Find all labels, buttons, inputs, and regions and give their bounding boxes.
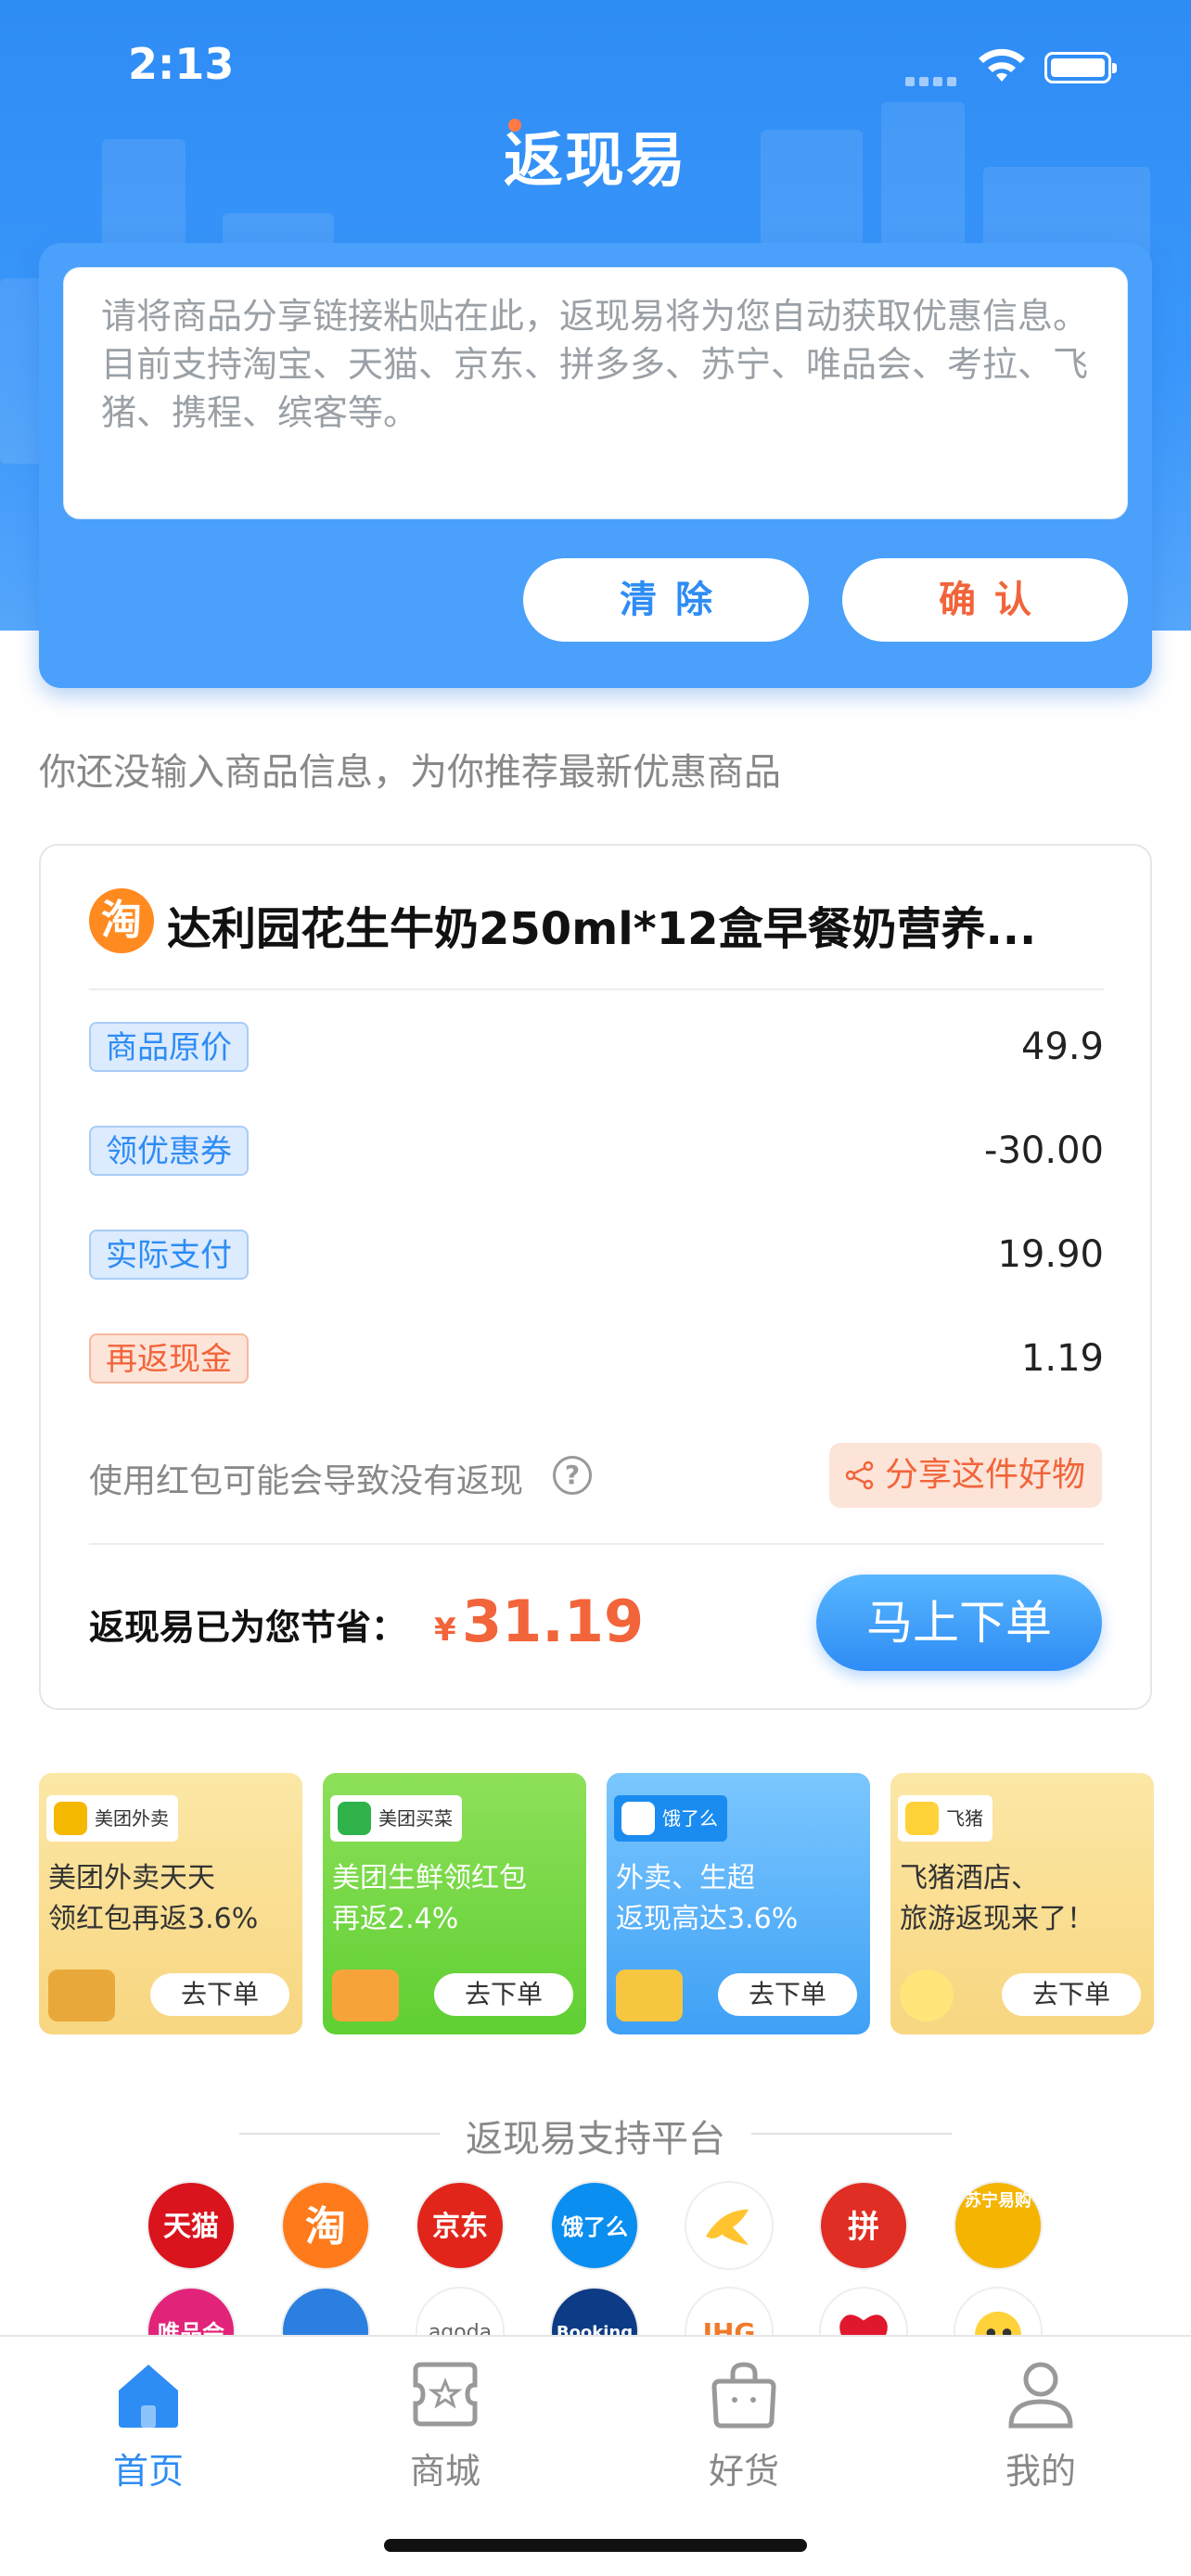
share-button[interactable]: 分享这件好物 — [829, 1443, 1102, 1508]
promo-illustration — [616, 1970, 683, 2021]
screen: 2:13 返现易 请将商品分享链接粘贴在此，返现易将为您自动获取优惠信息。目前支… — [0, 0, 1191, 2576]
promo-badge: 飞猪 — [898, 1795, 992, 1842]
promo-card-fliggy[interactable]: 飞猪 飞猪酒店、 旅游返现来了！ 去下单 — [890, 1773, 1154, 2034]
link-input-textarea[interactable]: 请将商品分享链接粘贴在此，返现易将为您自动获取优惠信息。目前支持淘宝、天猫、京东… — [63, 267, 1128, 519]
price-row-cashback: 再返现金 1.19 — [89, 1330, 1104, 1385]
promo-badge: 美团买菜 — [330, 1795, 462, 1842]
price-value: 1.19 — [1020, 1337, 1104, 1380]
fliggy-icon — [905, 1802, 939, 1835]
taobao-icon[interactable]: 淘 — [281, 2181, 370, 2270]
pinduoduo-icon[interactable]: 拼 — [819, 2181, 908, 2270]
price-tag: 再返现金 — [89, 1333, 249, 1384]
home-icon — [119, 2365, 178, 2428]
tab-shop[interactable]: 商城 — [352, 2359, 538, 2493]
taobao-icon: 淘 — [89, 888, 154, 953]
promo-text: 飞猪酒店、 旅游返现来了！ — [900, 1862, 1095, 1935]
promo-order-button[interactable]: 去下单 — [1002, 1973, 1141, 2016]
promo-card-meituan-maicai[interactable]: 美团买菜 美团生鲜领红包 再返2.4% 去下单 — [323, 1773, 586, 2034]
tab-goods[interactable]: 好货 — [651, 2359, 837, 2493]
promo-text: 外卖、生超 返现高达3.6% — [616, 1862, 799, 1935]
product-card[interactable]: 淘 达利园花生牛奶250ml*12盒早餐奶营养... 商品原价 49.9 领优惠… — [39, 844, 1152, 1710]
tmall-icon[interactable]: 天猫 — [147, 2181, 236, 2270]
promo-badge: 饿了么 — [614, 1795, 727, 1842]
bag-icon — [711, 2362, 776, 2429]
clear-button[interactable]: 清除 — [523, 558, 809, 642]
eleme-icon — [621, 1802, 655, 1835]
price-row-original: 商品原价 49.9 — [89, 1018, 1104, 1074]
cellular-signal-icon — [905, 72, 965, 86]
promo-card-meituan-waimai[interactable]: 美团外卖 美团外卖天天 领红包再返3.6% 去下单 — [39, 1773, 302, 2034]
price-tag: 实际支付 — [89, 1230, 249, 1280]
promo-illustration — [48, 1970, 115, 2021]
price-value: 49.9 — [1020, 1026, 1104, 1068]
tab-label: 首页 — [112, 2451, 184, 2492]
wifi-icon — [979, 48, 1025, 82]
savings-label: 返现易已为您节省： — [89, 1607, 407, 1648]
tab-label: 我的 — [1005, 2451, 1076, 2492]
order-now-button[interactable]: 马上下单 — [816, 1575, 1102, 1671]
divider — [89, 988, 1104, 990]
promo-order-button[interactable]: 去下单 — [434, 1973, 573, 2016]
kangaroo-icon — [54, 1802, 87, 1835]
meituan-maicai-icon — [338, 1802, 371, 1835]
promo-order-button[interactable]: 去下单 — [718, 1973, 857, 2016]
tab-label: 好货 — [708, 2451, 779, 2492]
shop-icon — [413, 2362, 478, 2427]
divider — [89, 1543, 1104, 1545]
price-tag: 商品原价 — [89, 1022, 249, 1072]
tab-label: 商城 — [409, 2451, 480, 2492]
promo-illustration — [332, 1970, 399, 2021]
redpacket-note: 使用红包可能会导致没有返现 — [89, 1462, 524, 1500]
promo-order-button[interactable]: 去下单 — [150, 1973, 289, 2016]
suning-icon[interactable]: 苏宁易购 — [954, 2181, 1043, 2270]
status-bar: 2:13 — [0, 0, 1191, 130]
home-indicator — [384, 2539, 807, 2552]
eleme-icon[interactable]: 饿了么 — [550, 2181, 639, 2270]
promo-illustration — [900, 1970, 954, 2021]
price-value: 19.90 — [997, 1233, 1104, 1276]
meituan-kangaroo-icon[interactable] — [685, 2181, 774, 2270]
user-icon — [1008, 2362, 1073, 2429]
tab-mine[interactable]: 我的 — [948, 2359, 1133, 2493]
price-row-coupon: 领优惠券 -30.00 — [89, 1122, 1104, 1178]
promo-text: 美团外卖天天 领红包再返3.6% — [48, 1862, 259, 1935]
share-icon — [845, 1460, 874, 1490]
price-value: -30.00 — [984, 1129, 1104, 1172]
battery-icon — [1044, 52, 1117, 83]
app-logo: 返现易 — [504, 127, 687, 196]
promo-text: 美团生鲜领红包 再返2.4% — [332, 1862, 527, 1935]
link-input-card: 请将商品分享链接粘贴在此，返现易将为您自动获取优惠信息。目前支持淘宝、天猫、京东… — [39, 243, 1152, 688]
recommend-hint: 你还没输入商品信息，为你推荐最新优惠商品 — [39, 751, 781, 794]
tab-home[interactable]: 首页 — [56, 2359, 241, 2493]
promo-badge: 美团外卖 — [46, 1795, 178, 1842]
currency-symbol: ¥ — [434, 1612, 456, 1649]
product-title[interactable]: 达利园花生牛奶250ml*12盒早餐奶营养... — [167, 892, 1104, 957]
promo-card-eleme[interactable]: 饿了么 外卖、生超 返现高达3.6% 去下单 — [607, 1773, 870, 2034]
price-tag: 领优惠券 — [89, 1126, 249, 1176]
confirm-button[interactable]: 确认 — [842, 558, 1128, 642]
share-label: 分享这件好物 — [885, 1456, 1086, 1494]
savings-amount: 31.19 — [462, 1588, 645, 1655]
jd-icon[interactable]: 京东 — [416, 2181, 505, 2270]
price-row-actual: 实际支付 19.90 — [89, 1226, 1104, 1282]
platforms-title: 返现易支持平台 — [466, 2118, 725, 2161]
status-time: 2:13 — [128, 39, 235, 89]
help-question-icon[interactable]: ? — [553, 1456, 592, 1495]
